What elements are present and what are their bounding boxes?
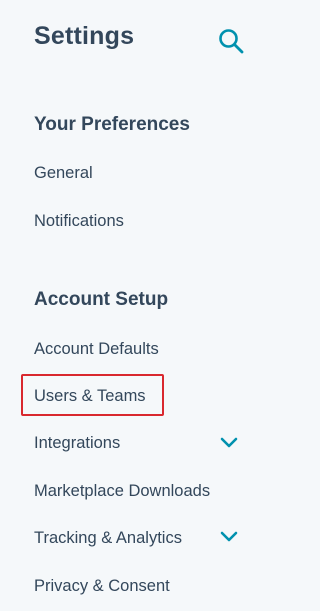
chevron-down-icon: [220, 531, 238, 542]
integrations-expand-toggle[interactable]: [219, 436, 239, 450]
sidebar-item-tracking-analytics[interactable]: Tracking & Analytics: [34, 529, 182, 548]
sidebar-item-integrations[interactable]: Integrations: [34, 434, 120, 453]
sidebar-item-privacy-consent[interactable]: Privacy & Consent: [34, 577, 170, 596]
sidebar-item-account-defaults[interactable]: Account Defaults: [34, 340, 159, 359]
search-button[interactable]: [216, 26, 246, 56]
sidebar-item-marketplace-downloads[interactable]: Marketplace Downloads: [34, 482, 210, 501]
search-icon: [219, 29, 244, 54]
sidebar-item-notifications[interactable]: Notifications: [34, 212, 124, 231]
page-title: Settings: [34, 22, 135, 50]
sidebar-item-users-teams[interactable]: Users & Teams: [34, 387, 146, 406]
chevron-down-icon: [220, 437, 238, 448]
section-header-account-setup: Account Setup: [34, 289, 169, 310]
tracking-analytics-expand-toggle[interactable]: [219, 530, 239, 544]
section-header-your-preferences: Your Preferences: [34, 114, 190, 135]
sidebar-item-general[interactable]: General: [34, 164, 93, 183]
settings-sidebar: Settings Your Preferences General Notifi…: [0, 0, 290, 611]
